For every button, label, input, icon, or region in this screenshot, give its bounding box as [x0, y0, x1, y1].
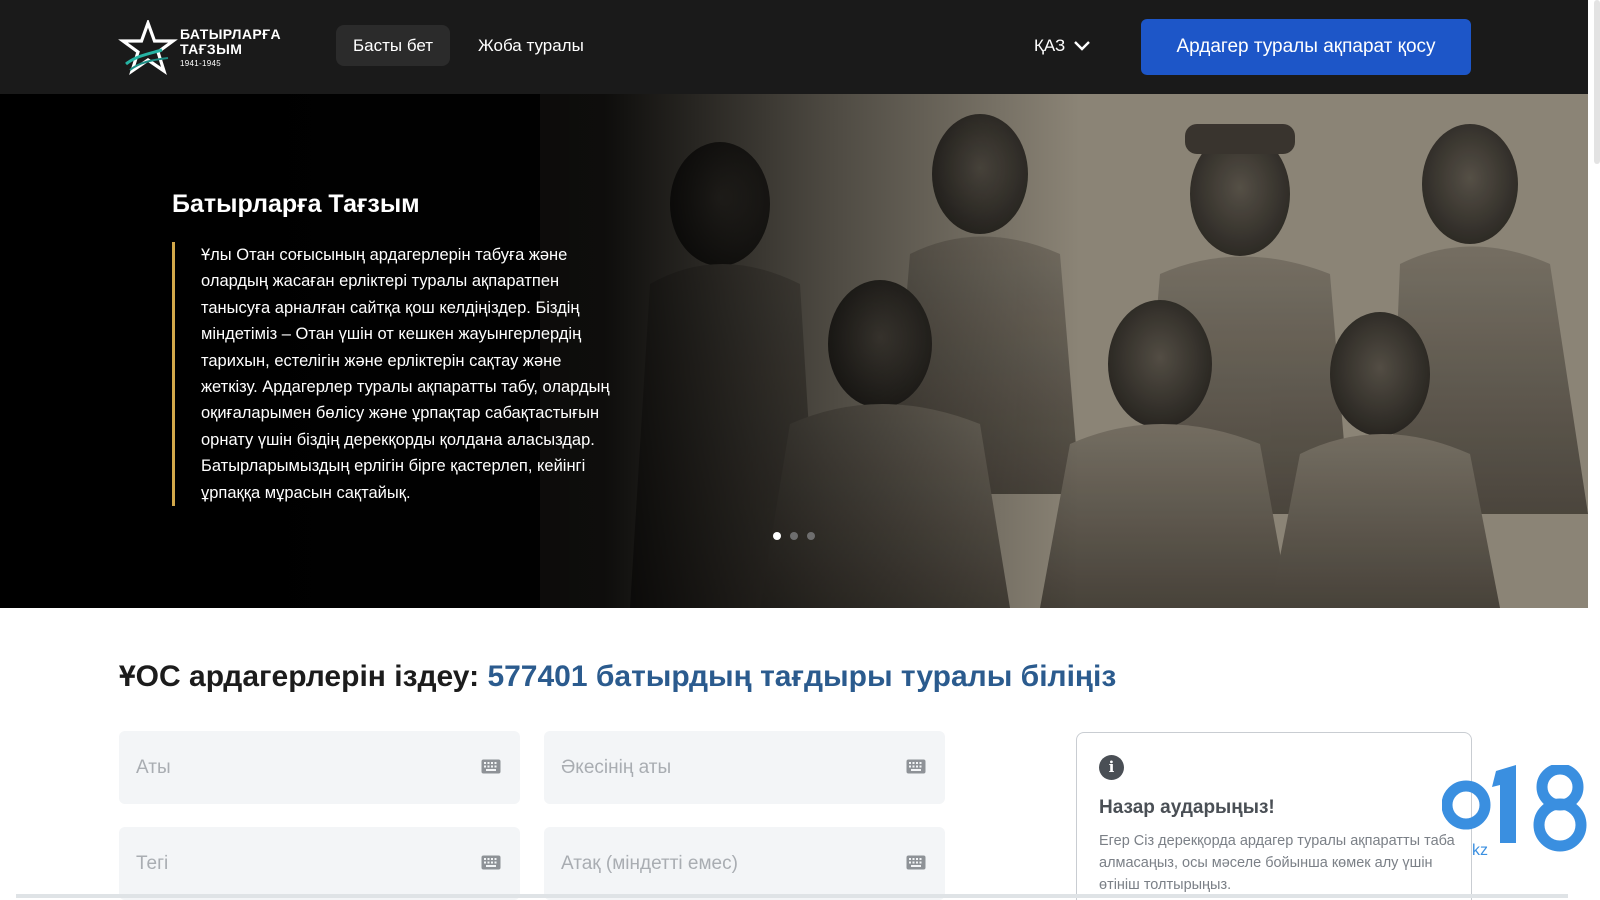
first-name-field	[119, 731, 520, 804]
notice-card: i Назар аударыңыз! Егер Сіз дерекқорда а…	[1076, 732, 1472, 900]
logo-text: БАТЫРЛАРҒА ТАҒЗЫМ 1941-1945	[180, 26, 281, 69]
keyboard-icon[interactable]	[481, 759, 501, 774]
hero-description: Ұлы Отан соғысының ардагерлерін табуға ж…	[172, 242, 617, 507]
first-name-input[interactable]	[119, 731, 520, 804]
language-selector[interactable]: ҚАЗ	[1034, 25, 1091, 66]
add-veteran-info-button[interactable]: Ардагер туралы ақпарат қосу	[1141, 19, 1471, 75]
rank-field	[544, 827, 945, 900]
horizontal-scrollbar[interactable]	[16, 894, 1568, 898]
keyboard-icon[interactable]	[906, 855, 926, 870]
chevron-down-icon	[1074, 40, 1091, 51]
keyboard-icon[interactable]	[906, 759, 926, 774]
logo-line-2: ТАҒЗЫМ	[180, 41, 243, 57]
nav-home-link[interactable]: Басты бет	[336, 25, 451, 66]
slider-dots	[773, 532, 824, 540]
star-icon	[118, 20, 178, 75]
nav-about-link[interactable]: Жоба туралы	[478, 25, 584, 66]
site-header: БАТЫРЛАРҒА ТАҒЗЫМ 1941-1945 Басты бет Жо…	[0, 0, 1588, 94]
slider-dot-2[interactable]	[790, 532, 798, 540]
patronymic-field	[544, 731, 945, 804]
slider-dot-3[interactable]	[807, 532, 815, 540]
notice-text: Егер Сіз дерекқорда ардагер туралы ақпар…	[1099, 833, 1455, 893]
keyboard-icon[interactable]	[481, 855, 501, 870]
slider-dot-1[interactable]	[773, 532, 781, 540]
info-icon: i	[1099, 755, 1124, 780]
hero-title: Батырларға Тағзым	[172, 190, 420, 218]
rank-input[interactable]	[544, 827, 945, 900]
search-heading-highlight: 577401 батырдың тағдыры туралы біліңіз	[487, 660, 1117, 693]
language-label: ҚАЗ	[1034, 36, 1066, 55]
patronymic-input[interactable]	[544, 731, 945, 804]
site-logo[interactable]: БАТЫРЛАРҒА ТАҒЗЫМ 1941-1945	[118, 20, 298, 76]
last-name-input[interactable]	[119, 827, 520, 900]
vertical-scrollbar-thumb[interactable]	[1594, 0, 1600, 164]
last-name-field	[119, 827, 520, 900]
search-heading-prefix: ҰОС ардагерлерін іздеу:	[119, 660, 488, 693]
watermark-sub: kz	[1472, 842, 1488, 859]
logo-years: 1941-1945	[180, 59, 221, 68]
search-heading: ҰОС ардагерлерін іздеу: 577401 батырдың …	[119, 660, 1116, 694]
notice-title: Назар аударыңыз!	[1099, 797, 1275, 818]
logo-line-1: БАТЫРЛАРҒА	[180, 26, 281, 42]
hero-slider: Батырларға Тағзым Ұлы Отан соғысының ард…	[0, 94, 1588, 608]
page: БАТЫРЛАРҒА ТАҒЗЫМ 1941-1945 Басты бет Жо…	[0, 0, 1600, 900]
site-watermark-logo: kz	[1442, 765, 1587, 859]
